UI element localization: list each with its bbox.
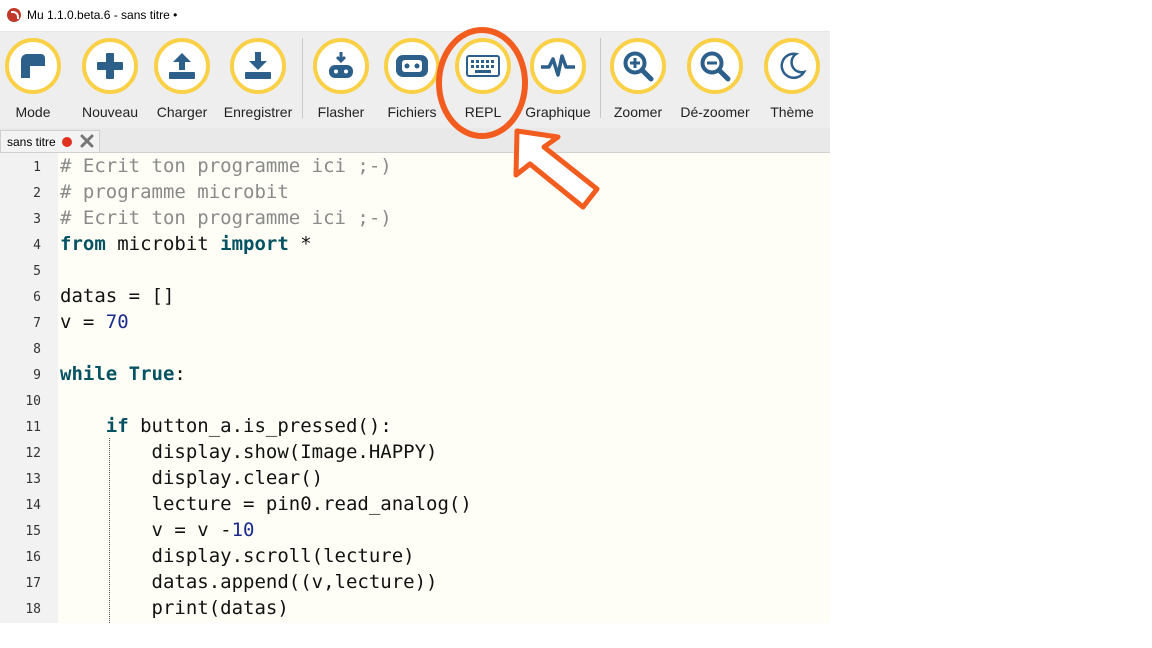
code-line: 8 bbox=[0, 335, 830, 361]
upload-icon bbox=[169, 53, 195, 79]
code-text: print(datas) bbox=[60, 597, 289, 619]
indent-guide bbox=[109, 438, 110, 623]
line-number: 18 bbox=[25, 602, 41, 617]
plotter-label: Graphique bbox=[525, 104, 591, 120]
code-text: datas.append((v,lecture)) bbox=[60, 571, 438, 593]
code-line: 1 # Ecrit ton programme ici ;-) bbox=[0, 153, 830, 179]
line-number: 4 bbox=[33, 238, 41, 253]
code-text: if button_a.is_pressed(): bbox=[105, 415, 392, 437]
line-number: 17 bbox=[25, 576, 41, 591]
code-line: 16 display.scroll(lecture) bbox=[0, 543, 830, 569]
toolbar: Mode Nouveau Charger Enregistrer Flasher… bbox=[0, 32, 830, 128]
code-line: 18 print(datas) bbox=[0, 595, 830, 621]
code-line: 9 while True: bbox=[0, 361, 830, 387]
code-text: # programme microbit bbox=[60, 181, 289, 203]
line-number: 15 bbox=[25, 524, 41, 539]
code-text: lecture = pin0.read_analog() bbox=[60, 493, 472, 515]
line-number: 8 bbox=[33, 342, 41, 357]
line-number: 9 bbox=[33, 368, 41, 383]
code-line: 11 if button_a.is_pressed(): bbox=[0, 413, 830, 439]
zoom-out-icon bbox=[700, 51, 731, 82]
flash-icon bbox=[329, 52, 353, 78]
pulse-icon bbox=[541, 54, 575, 77]
keyboard-icon bbox=[466, 55, 500, 77]
plotter-button[interactable]: Graphique bbox=[522, 36, 602, 126]
theme-label: Thème bbox=[770, 104, 814, 120]
zoom-in-icon bbox=[623, 51, 654, 82]
code-line: 14 lecture = pin0.read_analog() bbox=[0, 491, 830, 517]
line-number: 10 bbox=[25, 394, 41, 409]
code-text: # Ecrit ton programme ici ;-) bbox=[60, 207, 392, 229]
code-line: 12 display.show(Image.HAPPY) bbox=[0, 439, 830, 465]
download-icon bbox=[245, 52, 271, 79]
line-number: 2 bbox=[33, 186, 41, 201]
line-number: 6 bbox=[33, 290, 41, 305]
line-number: 7 bbox=[33, 316, 41, 331]
tab-label: sans titre bbox=[7, 135, 56, 149]
code-line: 3 # Ecrit ton programme ici ;-) bbox=[0, 205, 830, 231]
line-number: 12 bbox=[25, 446, 41, 461]
code-line: 17 datas.append((v,lecture)) bbox=[0, 569, 830, 595]
code-text: display.scroll(lecture) bbox=[60, 545, 415, 567]
code-editor[interactable]: 1 # Ecrit ton programme ici ;-) 2 # program… bbox=[0, 153, 830, 623]
modified-indicator-icon bbox=[62, 137, 72, 147]
code-text: from microbit import * bbox=[60, 233, 312, 255]
close-icon[interactable] bbox=[80, 134, 94, 148]
code-line: 4 from microbit import * bbox=[0, 231, 830, 257]
mode-icon bbox=[21, 54, 45, 78]
mu-logo-icon bbox=[7, 8, 21, 22]
files-icon bbox=[396, 55, 428, 77]
moon-icon bbox=[780, 52, 807, 79]
theme-button[interactable]: Thème bbox=[756, 36, 830, 126]
plus-icon bbox=[97, 53, 123, 79]
line-number: 1 bbox=[33, 160, 41, 175]
save-label: Enregistrer bbox=[223, 104, 293, 120]
line-number: 14 bbox=[25, 498, 41, 513]
save-button[interactable]: Enregistrer bbox=[222, 36, 302, 126]
code-line: 10 bbox=[0, 387, 830, 413]
code-line: 2 # programme microbit bbox=[0, 179, 830, 205]
tab-bar: sans titre bbox=[0, 128, 830, 153]
code-line: 6 datas = [] bbox=[0, 283, 830, 309]
code-text: # Ecrit ton programme ici ;-) bbox=[60, 155, 392, 177]
line-number: 3 bbox=[33, 212, 41, 227]
code-line: 5 bbox=[0, 257, 830, 283]
code-line: 13 display.clear() bbox=[0, 465, 830, 491]
code-line: 7 v = 70 bbox=[0, 309, 830, 335]
code-text: v = 70 bbox=[60, 311, 129, 333]
line-number: 11 bbox=[25, 420, 41, 435]
code-text: while True: bbox=[60, 363, 186, 385]
tab-sans-titre[interactable]: sans titre bbox=[0, 130, 100, 152]
code-text: datas = [] bbox=[60, 285, 175, 307]
code-line: 15 v = v -10 bbox=[0, 517, 830, 543]
line-number: 5 bbox=[33, 264, 41, 279]
title-bar: Mu 1.1.0.beta.6 - sans titre • bbox=[0, 0, 830, 32]
window-title: Mu 1.1.0.beta.6 - sans titre • bbox=[27, 8, 178, 22]
code-text: v = v -10 bbox=[60, 519, 255, 541]
code-text: display.show(Image.HAPPY) bbox=[60, 441, 438, 463]
line-number: 13 bbox=[25, 472, 41, 487]
line-number: 16 bbox=[25, 550, 41, 565]
code-text: display.clear() bbox=[60, 467, 324, 489]
mu-editor-window: Mu 1.1.0.beta.6 - sans titre • Mode Nouv… bbox=[0, 0, 830, 623]
